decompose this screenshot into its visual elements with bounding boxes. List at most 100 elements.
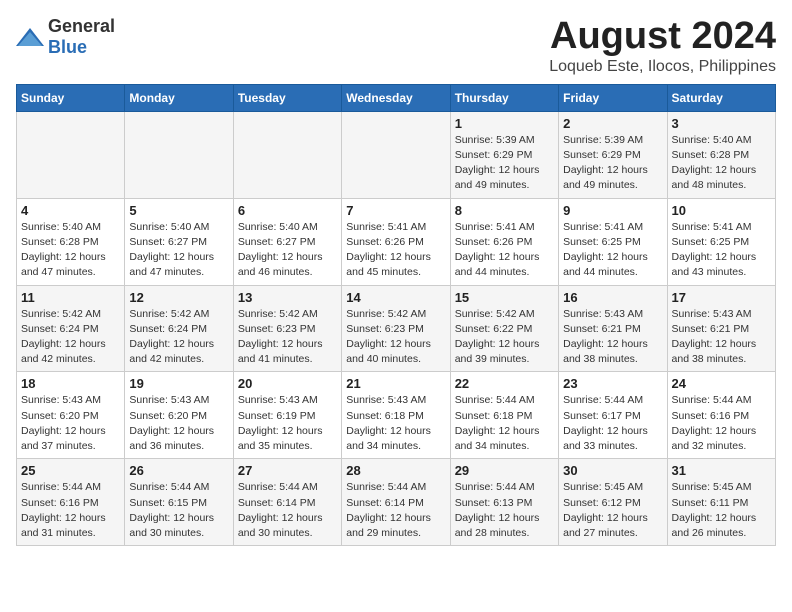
day-number: 25	[21, 463, 120, 478]
day-cell: 6 Sunrise: 5:40 AM Sunset: 6:27 PM Daylig…	[233, 198, 341, 285]
day-info: Sunrise: 5:42 AM Sunset: 6:23 PM Dayligh…	[346, 307, 445, 368]
day-info: Sunrise: 5:44 AM Sunset: 6:14 PM Dayligh…	[346, 480, 445, 541]
day-cell: 7 Sunrise: 5:41 AM Sunset: 6:26 PM Daylig…	[342, 198, 450, 285]
header-thursday: Thursday	[450, 84, 558, 111]
day-cell: 8Sunrise: 5:41 AM Sunset: 6:26 PM Daylig…	[450, 198, 558, 285]
day-cell: 18 Sunrise: 5:43 AM Sunset: 6:20 PM Dayli…	[17, 372, 125, 459]
day-info: Sunrise: 5:44 AM Sunset: 6:17 PM Dayligh…	[563, 393, 662, 454]
day-number: 23	[563, 376, 662, 391]
day-number: 22	[455, 376, 554, 391]
day-info: Sunrise: 5:44 AM Sunset: 6:14 PM Dayligh…	[238, 480, 337, 541]
day-cell: 29Sunrise: 5:44 AM Sunset: 6:13 PM Dayli…	[450, 459, 558, 546]
day-number: 19	[129, 376, 228, 391]
day-info: Sunrise: 5:42 AM Sunset: 6:22 PM Dayligh…	[455, 307, 554, 368]
day-cell: 24Sunrise: 5:44 AM Sunset: 6:16 PM Dayli…	[667, 372, 775, 459]
day-info: Sunrise: 5:43 AM Sunset: 6:19 PM Dayligh…	[238, 393, 337, 454]
header-sunday: Sunday	[17, 84, 125, 111]
day-cell: 5Sunrise: 5:40 AM Sunset: 6:27 PM Daylig…	[125, 198, 233, 285]
title-area: August 2024 Loqueb Este, Ilocos, Philipp…	[549, 16, 776, 76]
day-cell: 28 Sunrise: 5:44 AM Sunset: 6:14 PM Dayli…	[342, 459, 450, 546]
subtitle: Loqueb Este, Ilocos, Philippines	[549, 58, 776, 76]
day-info: Sunrise: 5:41 AM Sunset: 6:26 PM Dayligh…	[346, 220, 445, 281]
day-cell: 19 Sunrise: 5:43 AM Sunset: 6:20 PM Dayli…	[125, 372, 233, 459]
day-number: 26	[129, 463, 228, 478]
day-number: 9	[563, 203, 662, 218]
header-friday: Friday	[559, 84, 667, 111]
day-number: 27	[238, 463, 337, 478]
logo-general: General	[48, 16, 115, 36]
day-info: Sunrise: 5:42 AM Sunset: 6:23 PM Dayligh…	[238, 307, 337, 368]
day-number: 11	[21, 290, 120, 305]
week-row-1: 1Sunrise: 5:39 AM Sunset: 6:29 PM Daylig…	[17, 111, 776, 198]
day-number: 15	[455, 290, 554, 305]
day-info: Sunrise: 5:43 AM Sunset: 6:18 PM Dayligh…	[346, 393, 445, 454]
day-info: Sunrise: 5:43 AM Sunset: 6:20 PM Dayligh…	[129, 393, 228, 454]
day-cell: 12Sunrise: 5:42 AM Sunset: 6:24 PM Dayli…	[125, 285, 233, 372]
header-monday: Monday	[125, 84, 233, 111]
calendar-table: SundayMondayTuesdayWednesdayThursdayFrid…	[16, 84, 776, 546]
day-info: Sunrise: 5:43 AM Sunset: 6:20 PM Dayligh…	[21, 393, 120, 454]
day-cell	[342, 111, 450, 198]
day-info: Sunrise: 5:40 AM Sunset: 6:27 PM Dayligh…	[238, 220, 337, 281]
day-info: Sunrise: 5:42 AM Sunset: 6:24 PM Dayligh…	[21, 307, 120, 368]
day-number: 7	[346, 203, 445, 218]
day-cell: 27 Sunrise: 5:44 AM Sunset: 6:14 PM Dayli…	[233, 459, 341, 546]
day-info: Sunrise: 5:44 AM Sunset: 6:16 PM Dayligh…	[21, 480, 120, 541]
day-cell: 13 Sunrise: 5:42 AM Sunset: 6:23 PM Dayli…	[233, 285, 341, 372]
day-number: 10	[672, 203, 771, 218]
day-cell: 15 Sunrise: 5:42 AM Sunset: 6:22 PM Dayli…	[450, 285, 558, 372]
calendar-header-row: SundayMondayTuesdayWednesdayThursdayFrid…	[17, 84, 776, 111]
day-cell: 10 Sunrise: 5:41 AM Sunset: 6:25 PM Dayli…	[667, 198, 775, 285]
day-cell: 2Sunrise: 5:39 AM Sunset: 6:29 PM Daylig…	[559, 111, 667, 198]
day-number: 21	[346, 376, 445, 391]
day-number: 13	[238, 290, 337, 305]
day-info: Sunrise: 5:43 AM Sunset: 6:21 PM Dayligh…	[672, 307, 771, 368]
day-number: 3	[672, 116, 771, 131]
week-row-2: 4 Sunrise: 5:40 AM Sunset: 6:28 PM Daylig…	[17, 198, 776, 285]
day-cell	[125, 111, 233, 198]
day-number: 17	[672, 290, 771, 305]
day-info: Sunrise: 5:40 AM Sunset: 6:28 PM Dayligh…	[21, 220, 120, 281]
day-cell: 22 Sunrise: 5:44 AM Sunset: 6:18 PM Dayli…	[450, 372, 558, 459]
header-wednesday: Wednesday	[342, 84, 450, 111]
day-cell: 14Sunrise: 5:42 AM Sunset: 6:23 PM Dayli…	[342, 285, 450, 372]
day-info: Sunrise: 5:44 AM Sunset: 6:15 PM Dayligh…	[129, 480, 228, 541]
day-info: Sunrise: 5:44 AM Sunset: 6:18 PM Dayligh…	[455, 393, 554, 454]
logo-text: General Blue	[48, 16, 115, 58]
day-info: Sunrise: 5:40 AM Sunset: 6:28 PM Dayligh…	[672, 133, 771, 194]
header-saturday: Saturday	[667, 84, 775, 111]
day-number: 2	[563, 116, 662, 131]
header-tuesday: Tuesday	[233, 84, 341, 111]
logo-blue: Blue	[48, 37, 87, 57]
day-cell	[233, 111, 341, 198]
day-number: 16	[563, 290, 662, 305]
day-info: Sunrise: 5:45 AM Sunset: 6:12 PM Dayligh…	[563, 480, 662, 541]
day-number: 30	[563, 463, 662, 478]
day-cell: 31Sunrise: 5:45 AM Sunset: 6:11 PM Dayli…	[667, 459, 775, 546]
day-info: Sunrise: 5:42 AM Sunset: 6:24 PM Dayligh…	[129, 307, 228, 368]
day-number: 6	[238, 203, 337, 218]
day-cell: 1Sunrise: 5:39 AM Sunset: 6:29 PM Daylig…	[450, 111, 558, 198]
day-cell: 21 Sunrise: 5:43 AM Sunset: 6:18 PM Dayli…	[342, 372, 450, 459]
day-cell: 9 Sunrise: 5:41 AM Sunset: 6:25 PM Daylig…	[559, 198, 667, 285]
day-number: 20	[238, 376, 337, 391]
day-cell	[17, 111, 125, 198]
day-info: Sunrise: 5:45 AM Sunset: 6:11 PM Dayligh…	[672, 480, 771, 541]
day-info: Sunrise: 5:41 AM Sunset: 6:25 PM Dayligh…	[563, 220, 662, 281]
day-cell: 25 Sunrise: 5:44 AM Sunset: 6:16 PM Dayli…	[17, 459, 125, 546]
day-cell: 4 Sunrise: 5:40 AM Sunset: 6:28 PM Daylig…	[17, 198, 125, 285]
header: General Blue August 2024 Loqueb Este, Il…	[16, 16, 776, 76]
day-number: 18	[21, 376, 120, 391]
day-info: Sunrise: 5:41 AM Sunset: 6:25 PM Dayligh…	[672, 220, 771, 281]
day-number: 8	[455, 203, 554, 218]
week-row-3: 11 Sunrise: 5:42 AM Sunset: 6:24 PM Dayli…	[17, 285, 776, 372]
logo-icon	[16, 26, 44, 48]
day-number: 4	[21, 203, 120, 218]
day-number: 24	[672, 376, 771, 391]
day-cell: 26 Sunrise: 5:44 AM Sunset: 6:15 PM Dayli…	[125, 459, 233, 546]
week-row-4: 18 Sunrise: 5:43 AM Sunset: 6:20 PM Dayli…	[17, 372, 776, 459]
day-number: 28	[346, 463, 445, 478]
logo: General Blue	[16, 16, 115, 58]
week-row-5: 25 Sunrise: 5:44 AM Sunset: 6:16 PM Dayli…	[17, 459, 776, 546]
main-title: August 2024	[549, 16, 776, 58]
